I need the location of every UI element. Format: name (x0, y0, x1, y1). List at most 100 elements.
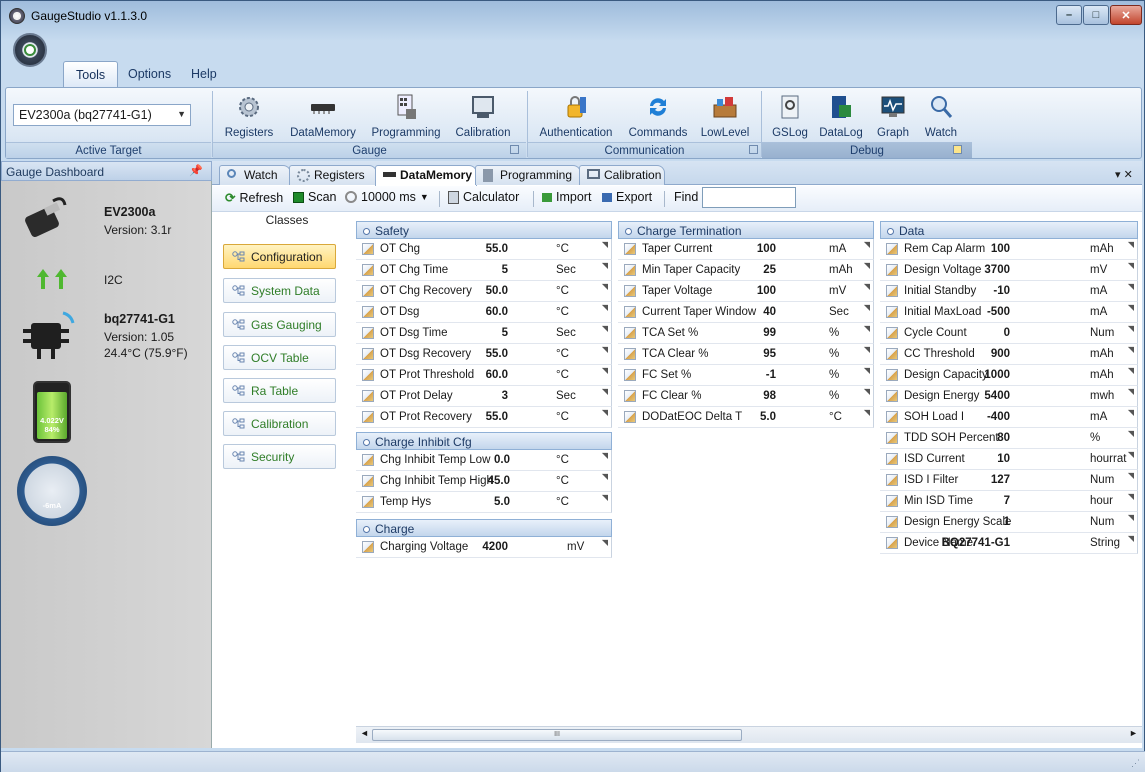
panel-header[interactable]: Charge Inhibit Cfg (356, 432, 612, 450)
param-row[interactable]: OT Chg 55.0 °C ◥ (356, 239, 612, 260)
tab-datamemory[interactable]: DataMemory (375, 165, 477, 186)
param-value[interactable]: 25 (763, 264, 776, 276)
watch-button[interactable]: Watch (919, 91, 963, 143)
param-row[interactable]: ISD I Filter 127 Num ◥ (880, 470, 1138, 491)
param-value[interactable]: 3700 (984, 264, 1010, 276)
gslog-button[interactable]: GSLog (769, 91, 811, 143)
param-value[interactable]: 55.0 (486, 243, 508, 255)
param-row[interactable]: Current Taper Window 40 Sec ◥ (618, 302, 874, 323)
debug-group-launcher-icon[interactable] (953, 145, 962, 154)
param-row[interactable]: TDD SOH Percent 80% ◥ (880, 428, 1138, 449)
param-row[interactable]: OT Dsg Time 5 Sec ◥ (356, 323, 612, 344)
panel-header[interactable]: Charge (356, 519, 612, 537)
param-row[interactable]: CC Threshold 900 mAh ◥ (880, 344, 1138, 365)
param-value[interactable]: 3 (502, 390, 508, 402)
programming-button[interactable]: Programming (369, 91, 443, 143)
param-value[interactable]: 7 (1004, 495, 1010, 507)
param-value[interactable]: 5 (502, 327, 508, 339)
close-button[interactable]: ✕ (1110, 5, 1142, 25)
param-row[interactable]: OT Prot Delay 3 Sec ◥ (356, 386, 612, 407)
panel-header[interactable]: Charge Termination (618, 221, 874, 239)
param-value[interactable]: 5.0 (760, 411, 776, 423)
datalog-button[interactable]: DataLog (817, 91, 865, 143)
param-row[interactable]: Taper Current 100 mA ◥ (618, 239, 874, 260)
param-row[interactable]: OT Prot Threshold 60.0 °C ◥ (356, 365, 612, 386)
pin-icon[interactable]: 📌 (189, 164, 203, 177)
refresh-button[interactable]: ⟳ Refresh (225, 190, 283, 206)
target-combo[interactable]: EV2300a (bq27741-G1) ▼ (13, 104, 191, 126)
param-value[interactable]: 60.0 (486, 306, 508, 318)
param-value[interactable]: 95 (763, 348, 776, 360)
ribbon-tab-options[interactable]: Options (116, 61, 183, 87)
param-value[interactable]: 10 (997, 453, 1010, 465)
param-row[interactable]: Temp Hys 5.0 °C ◥ (356, 492, 612, 513)
param-row[interactable]: Design Voltage 3700 mV ◥ (880, 260, 1138, 281)
export-button[interactable]: Export (602, 190, 652, 204)
class-button[interactable]: OCV Table (223, 345, 336, 370)
scroll-left-icon[interactable]: ◄ (360, 728, 369, 738)
param-value[interactable]: 0.0 (494, 454, 510, 466)
param-row[interactable]: OT Dsg Recovery 55.0 °C ◥ (356, 344, 612, 365)
param-row[interactable]: FC Set % -1% ◥ (618, 365, 874, 386)
param-value[interactable]: 5.0 (494, 496, 510, 508)
param-row[interactable]: Rem Cap Alarm 100 mAh ◥ (880, 239, 1138, 260)
param-value[interactable]: -500 (987, 306, 1010, 318)
param-value[interactable]: 99 (763, 327, 776, 339)
param-row[interactable]: Initial MaxLoad -500 mA ◥ (880, 302, 1138, 323)
communication-group-launcher-icon[interactable] (749, 145, 758, 154)
param-row[interactable]: SOH Load I -400 mA ◥ (880, 407, 1138, 428)
param-value[interactable]: -1 (766, 369, 776, 381)
param-row[interactable]: TCA Clear % 95% ◥ (618, 344, 874, 365)
class-button[interactable]: Calibration (223, 411, 336, 436)
scan-button[interactable]: Scan (293, 190, 337, 204)
class-button[interactable]: Ra Table (223, 378, 336, 403)
param-row[interactable]: Design Energy Scale 1 Num ◥ (880, 512, 1138, 533)
param-value[interactable]: 80 (997, 432, 1010, 444)
find-input[interactable] (702, 187, 796, 208)
param-value[interactable]: 55.0 (486, 411, 508, 423)
interval-dropdown[interactable]: 10000 ms ▼ (345, 190, 429, 204)
param-value[interactable]: 4200 (482, 541, 508, 553)
calculator-button[interactable]: Calculator (448, 190, 519, 204)
tab-calibration[interactable]: Calibration (579, 165, 665, 185)
param-value[interactable]: 55.0 (486, 348, 508, 360)
commands-button[interactable]: Commands (628, 91, 688, 143)
param-row[interactable]: OT Chg Recovery 50.0 °C ◥ (356, 281, 612, 302)
panel-header[interactable]: Safety (356, 221, 612, 239)
param-value[interactable]: 5400 (984, 390, 1010, 402)
param-value[interactable]: 5 (502, 264, 508, 276)
ribbon-tab-help[interactable]: Help (185, 61, 223, 87)
graph-button[interactable]: Graph (871, 91, 915, 143)
param-value[interactable]: 40 (763, 306, 776, 318)
param-value[interactable]: 900 (991, 348, 1010, 360)
param-row[interactable]: Chg Inhibit Temp High 45.0 °C ◥ (356, 471, 612, 492)
param-value[interactable]: 50.0 (486, 285, 508, 297)
param-value[interactable]: 127 (991, 474, 1010, 486)
param-row[interactable]: Min ISD Time 7 hour ◥ (880, 491, 1138, 512)
authentication-button[interactable]: Authentication (538, 91, 614, 143)
param-value[interactable]: 100 (991, 243, 1010, 255)
param-value[interactable]: -400 (987, 411, 1010, 423)
param-value[interactable]: 45.0 (488, 475, 510, 487)
scrollbar-thumb[interactable]: III (372, 729, 742, 741)
datamemory-button[interactable]: DataMemory (287, 91, 359, 143)
param-value[interactable]: -10 (993, 285, 1010, 297)
param-row[interactable]: DODatEOC Delta T 5.0 °C ◥ (618, 407, 874, 428)
param-row[interactable]: TCA Set % 99% ◥ (618, 323, 874, 344)
param-row[interactable]: OT Chg Time 5 Sec ◥ (356, 260, 612, 281)
registers-button[interactable]: Registers (224, 91, 274, 143)
ribbon-tab-tools[interactable]: Tools (63, 61, 119, 87)
tab-programming[interactable]: Programming (475, 165, 581, 185)
param-value[interactable]: BQ27741-G1 (942, 537, 1010, 549)
class-button[interactable]: System Data (223, 278, 336, 303)
param-row[interactable]: OT Dsg 60.0 °C ◥ (356, 302, 612, 323)
tab-watch[interactable]: Watch (219, 165, 291, 185)
maximize-button[interactable]: □ (1083, 5, 1109, 25)
minimize-button[interactable]: – (1056, 5, 1082, 25)
resize-grip-icon[interactable]: ⋰ (1131, 758, 1140, 769)
param-row[interactable]: Charging Voltage 4200 mV ◥ (356, 537, 612, 558)
import-button[interactable]: Import (542, 190, 591, 204)
param-row[interactable]: Cycle Count 0 Num ◥ (880, 323, 1138, 344)
lowlevel-button[interactable]: LowLevel (698, 91, 752, 143)
param-value[interactable]: 98 (763, 390, 776, 402)
